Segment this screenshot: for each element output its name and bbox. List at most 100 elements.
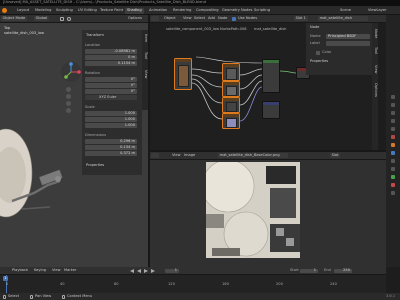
play-reverse-icon[interactable] <box>137 269 141 273</box>
dimensions-y-field[interactable]: 0.134 m <box>85 145 137 150</box>
tab-geometry-nodes[interactable]: Geometry Nodes <box>220 8 254 14</box>
node-editor-type-dropdown[interactable] <box>151 16 159 22</box>
hand-pan-icon[interactable] <box>66 94 71 99</box>
tab-shading[interactable]: Shading <box>125 7 144 14</box>
normal-map-node[interactable] <box>262 101 280 119</box>
options-menu[interactable]: Options <box>128 17 142 21</box>
transform-section-title[interactable]: Transform <box>86 33 104 38</box>
image-editor-type-dropdown[interactable] <box>151 153 159 159</box>
timeline-track[interactable]: 1 0 40 80 120 160 200 240 <box>0 275 386 293</box>
scale-x-field[interactable]: 1.000 <box>85 111 137 116</box>
tab-sculpting[interactable]: Sculpting <box>54 8 75 14</box>
marker-menu[interactable]: Marker <box>64 269 76 273</box>
tab-uv-editing[interactable]: UV Editing <box>76 8 99 14</box>
view-menu[interactable]: View <box>52 269 61 273</box>
blender-logo-icon[interactable] <box>2 7 7 13</box>
proportional-icon[interactable] <box>67 17 71 21</box>
base-color-texture[interactable] <box>206 162 300 258</box>
tab-tool[interactable]: Tool <box>373 47 378 54</box>
current-frame-field[interactable]: 1 <box>165 269 179 274</box>
image-texture-node-1[interactable] <box>222 63 240 81</box>
location-x-field[interactable]: -0.08981 m <box>85 49 137 54</box>
location-y-field[interactable]: 0 m <box>85 55 137 60</box>
tab-node[interactable]: Node <box>373 29 378 38</box>
image-editor-canvas[interactable] <box>150 160 386 267</box>
image-slot-dropdown[interactable]: Slot <box>330 153 341 159</box>
tab-compositing[interactable]: Compositing <box>194 8 221 14</box>
tab-animation[interactable]: Animation <box>147 8 169 14</box>
tab-rendering[interactable]: Rendering <box>171 8 193 14</box>
menu-select[interactable]: Select <box>194 17 205 21</box>
physics-icon[interactable] <box>391 159 395 163</box>
rotation-z-field[interactable]: 0° <box>85 89 137 94</box>
end-frame-field[interactable]: 250 <box>334 269 352 274</box>
view-layer-selector[interactable]: ViewLayer <box>368 8 387 13</box>
principled-bsdf-node[interactable] <box>262 59 280 93</box>
render-icon[interactable] <box>391 103 395 107</box>
keying-menu[interactable]: Keying <box>34 269 46 273</box>
snap-icon[interactable] <box>60 17 64 21</box>
satellite-dish-model[interactable] <box>0 123 80 263</box>
world-icon[interactable] <box>391 135 395 139</box>
image-texture-node-3[interactable] <box>222 97 240 113</box>
tab-tool[interactable]: Tool <box>143 52 148 59</box>
tab-scripting[interactable]: Scripting <box>252 8 272 14</box>
zoom-icon[interactable] <box>66 87 71 92</box>
material-selector[interactable]: mat_satellite_dish <box>318 16 368 22</box>
object-icon[interactable] <box>391 143 395 147</box>
image-selector[interactable]: mat_satellite_dish_BaseColor.png <box>218 153 288 159</box>
navigation-gizmo[interactable] <box>60 61 82 83</box>
image-texture-node-2[interactable] <box>222 81 240 97</box>
playback-menu[interactable]: Playback <box>12 269 28 273</box>
menu-add[interactable]: Add <box>208 17 215 21</box>
menu-image[interactable]: Image <box>184 154 195 158</box>
menu-object[interactable]: Object <box>164 17 176 21</box>
dimensions-z-field[interactable]: 0.372 m <box>85 151 137 156</box>
play-icon[interactable] <box>144 269 148 273</box>
menu-view[interactable]: View <box>172 154 181 158</box>
scale-y-field[interactable]: 1.000 <box>85 117 137 122</box>
material-icon[interactable] <box>391 183 395 187</box>
rotation-mode-dropdown[interactable]: XYZ Euler <box>85 95 137 100</box>
scale-z-field[interactable]: 1.000 <box>85 123 137 128</box>
menu-view[interactable]: View <box>183 17 192 21</box>
node-name-field[interactable]: Principled BSDF <box>326 34 370 39</box>
tab-options[interactable]: Options <box>373 83 378 97</box>
jump-start-icon[interactable] <box>130 269 134 273</box>
tab-view[interactable]: View <box>373 65 378 74</box>
modifier-icon[interactable] <box>391 151 395 155</box>
tool-icon[interactable] <box>391 95 395 99</box>
location-z-field[interactable]: 0.1154 m <box>85 61 137 66</box>
output-icon[interactable] <box>391 111 395 115</box>
image-texture-node-group[interactable] <box>174 58 192 90</box>
slot-dropdown[interactable]: Slot 1 <box>294 16 308 22</box>
tab-modeling[interactable]: Modeling <box>33 8 53 14</box>
color-checkbox[interactable] <box>316 51 320 55</box>
rotation-y-field[interactable]: 0° <box>85 83 137 88</box>
image-texture-node-4[interactable] <box>222 113 240 129</box>
start-frame-field[interactable]: 1 <box>300 269 318 274</box>
tab-item[interactable]: Item <box>143 34 148 42</box>
tab-texture-paint[interactable]: Texture Paint <box>98 8 125 14</box>
grid-ortho-icon[interactable] <box>66 108 71 113</box>
constraints-icon[interactable] <box>391 167 395 171</box>
texture-icon[interactable] <box>391 191 395 195</box>
rotation-x-field[interactable]: 0° <box>85 77 137 82</box>
data-icon[interactable] <box>391 175 395 179</box>
orientation-dropdown[interactable]: Global <box>34 16 49 22</box>
view-layer-icon[interactable] <box>391 119 395 123</box>
camera-icon[interactable] <box>66 101 71 106</box>
node-label-field[interactable] <box>326 41 370 46</box>
properties-section-title[interactable]: Properties <box>86 163 104 168</box>
use-nodes-checkbox[interactable] <box>232 17 236 22</box>
scene-icon[interactable] <box>391 127 395 131</box>
node-properties-title[interactable]: Properties <box>310 59 328 64</box>
tab-view[interactable]: View <box>143 70 148 79</box>
mode-dropdown[interactable]: Object Mode <box>1 16 27 22</box>
tab-layout[interactable]: Layout <box>15 8 31 14</box>
scene-selector[interactable]: Scene <box>340 8 351 13</box>
node-section-title[interactable]: Node <box>310 25 319 30</box>
jump-end-icon[interactable] <box>151 269 155 273</box>
menu-node[interactable]: Node <box>218 17 227 21</box>
dimensions-x-field[interactable]: 0.296 m <box>85 139 137 144</box>
